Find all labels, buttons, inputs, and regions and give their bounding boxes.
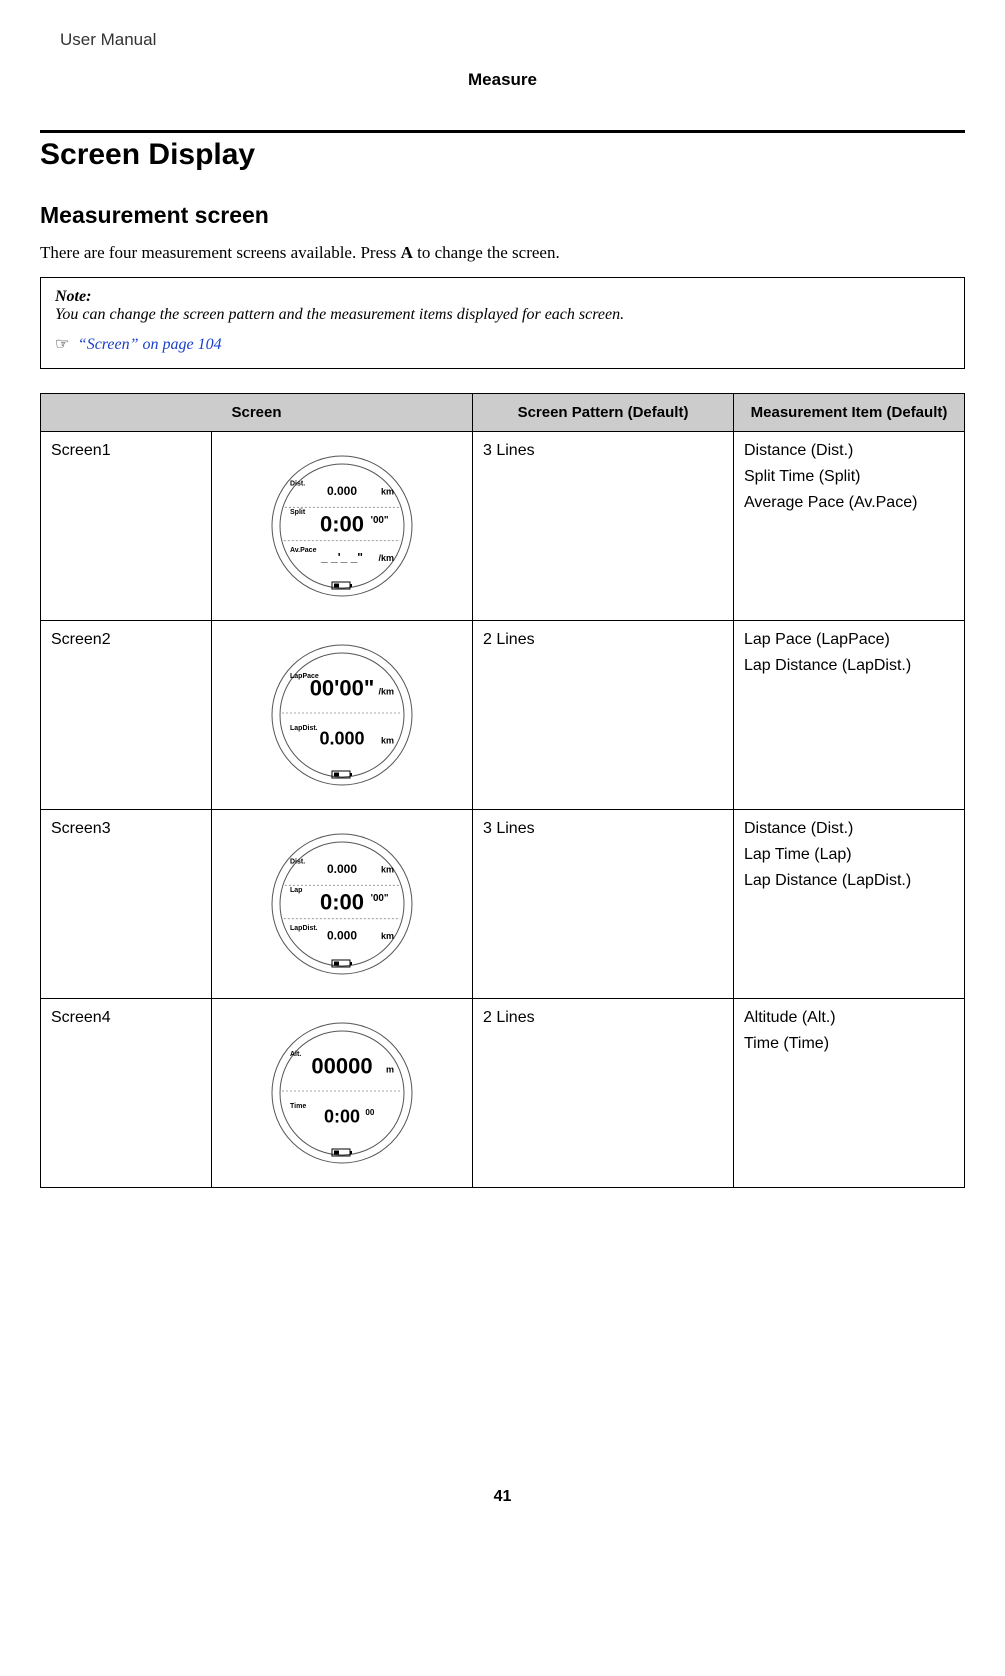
svg-text:0:00: 0:00	[324, 1106, 360, 1126]
screen-image-cell: Alt. 00000 m Time 0:00 00	[212, 999, 473, 1188]
screen-table: Screen Screen Pattern (Default) Measurem…	[40, 393, 965, 1188]
page-number: 41	[40, 1488, 965, 1506]
measurement-item: Distance (Dist.)	[744, 442, 954, 460]
page-title: Screen Display	[40, 138, 965, 172]
section-label: Measure	[40, 70, 965, 90]
screen-pattern-cell: 3 Lines	[473, 810, 734, 999]
svg-text:0.000: 0.000	[327, 929, 357, 943]
measurement-item: Average Pace (Av.Pace)	[744, 494, 954, 512]
note-link[interactable]: “Screen” on page 104	[78, 336, 222, 353]
pointer-icon: ☞	[55, 334, 69, 354]
svg-text:0:00: 0:00	[320, 890, 364, 915]
svg-text:00000: 00000	[311, 1054, 372, 1079]
measurement-item: Split Time (Split)	[744, 468, 954, 486]
measurement-item: Lap Time (Lap)	[744, 846, 954, 864]
table-row: Screen2LapPace00'00"/kmLapDist.0.000km2 …	[41, 621, 965, 810]
svg-text:0.000: 0.000	[327, 484, 357, 498]
screen-pattern-cell: 2 Lines	[473, 621, 734, 810]
svg-text:LapDist.: LapDist.	[290, 725, 318, 732]
screen-name-cell: Screen3	[41, 810, 212, 999]
screen-image-cell: Dist. 0.000 km Split 0:00 '00" Av.Pace_ _'_ _"…	[212, 432, 473, 621]
svg-text:00'00": 00'00"	[310, 676, 375, 701]
svg-text:km: km	[381, 735, 394, 745]
screen-items-cell: Distance (Dist.) Lap Time (Lap) Lap Distan…	[734, 810, 965, 999]
measurement-item: Lap Distance (LapDist.)	[744, 657, 954, 675]
measurement-item: Lap Distance (LapDist.)	[744, 872, 954, 890]
svg-text:0.000: 0.000	[319, 728, 364, 748]
measurement-item: Distance (Dist.)	[744, 820, 954, 838]
measurement-item: Lap Pace (LapPace)	[744, 631, 954, 649]
svg-text:/km: /km	[378, 553, 394, 563]
svg-text:Dist.: Dist.	[290, 858, 305, 865]
svg-text:00: 00	[365, 1108, 375, 1117]
measurement-item: Altitude (Alt.)	[744, 1009, 954, 1027]
svg-text:Dist.: Dist.	[290, 480, 305, 487]
svg-text:LapDist.: LapDist.	[290, 925, 318, 932]
note-body: You can change the screen pattern and th…	[55, 306, 950, 324]
svg-text:Split: Split	[290, 509, 306, 516]
measurement-item: Time (Time)	[744, 1035, 954, 1053]
intro-text: There are four measurement screens avail…	[40, 243, 965, 263]
screen-items-cell: Lap Pace (LapPace) Lap Distance (LapDist.…	[734, 621, 965, 810]
svg-text:'00": '00"	[371, 515, 389, 526]
table-row: Screen4Alt.00000mTime0:00002 LinesAltitu…	[41, 999, 965, 1188]
note-title: Note:	[55, 288, 950, 306]
table-row: Screen1 Dist. 0.000 km Split 0:00 '00" Av.Pace_…	[41, 432, 965, 621]
divider	[40, 130, 965, 133]
svg-text:m: m	[386, 1065, 394, 1075]
svg-text:km: km	[381, 931, 394, 941]
screen-items-cell: Altitude (Alt.) Time (Time)	[734, 999, 965, 1188]
svg-text:0.000: 0.000	[327, 862, 357, 876]
note-box: Note: You can change the screen pattern …	[40, 277, 965, 369]
svg-text:'00": '00"	[371, 893, 389, 904]
th-screen: Screen	[41, 394, 473, 432]
svg-text:_ _'_ _": _ _'_ _"	[320, 551, 363, 565]
screen-pattern-cell: 2 Lines	[473, 999, 734, 1188]
th-pattern: Screen Pattern (Default)	[473, 394, 734, 432]
table-row: Screen3 Dist. 0.000 km Lap 0:00 '00" LapDist. 0.…	[41, 810, 965, 999]
screen-name-cell: Screen1	[41, 432, 212, 621]
svg-text:0:00: 0:00	[320, 512, 364, 537]
th-item: Measurement Item (Default)	[734, 394, 965, 432]
svg-text:/km: /km	[378, 687, 394, 697]
intro-suffix: to change the screen.	[413, 243, 560, 262]
screen-items-cell: Distance (Dist.) Split Time (Split) Averag…	[734, 432, 965, 621]
svg-text:Alt.: Alt.	[290, 1051, 301, 1058]
screen-image-cell: Dist. 0.000 km Lap 0:00 '00" LapDist. 0.000 km	[212, 810, 473, 999]
screen-name-cell: Screen4	[41, 999, 212, 1188]
svg-text:Time: Time	[290, 1103, 306, 1110]
svg-text:km: km	[381, 864, 394, 874]
subsection-title: Measurement screen	[40, 202, 965, 229]
screen-pattern-cell: 3 Lines	[473, 432, 734, 621]
svg-text:Lap: Lap	[290, 887, 302, 894]
intro-prefix: There are four measurement screens avail…	[40, 243, 401, 262]
screen-image-cell: LapPace00'00"/kmLapDist.0.000km	[212, 621, 473, 810]
svg-text:Av.Pace: Av.Pace	[290, 547, 317, 554]
svg-text:km: km	[381, 486, 394, 496]
intro-button-ref: A	[401, 243, 413, 262]
doc-title: User Manual	[40, 30, 965, 50]
screen-name-cell: Screen2	[41, 621, 212, 810]
